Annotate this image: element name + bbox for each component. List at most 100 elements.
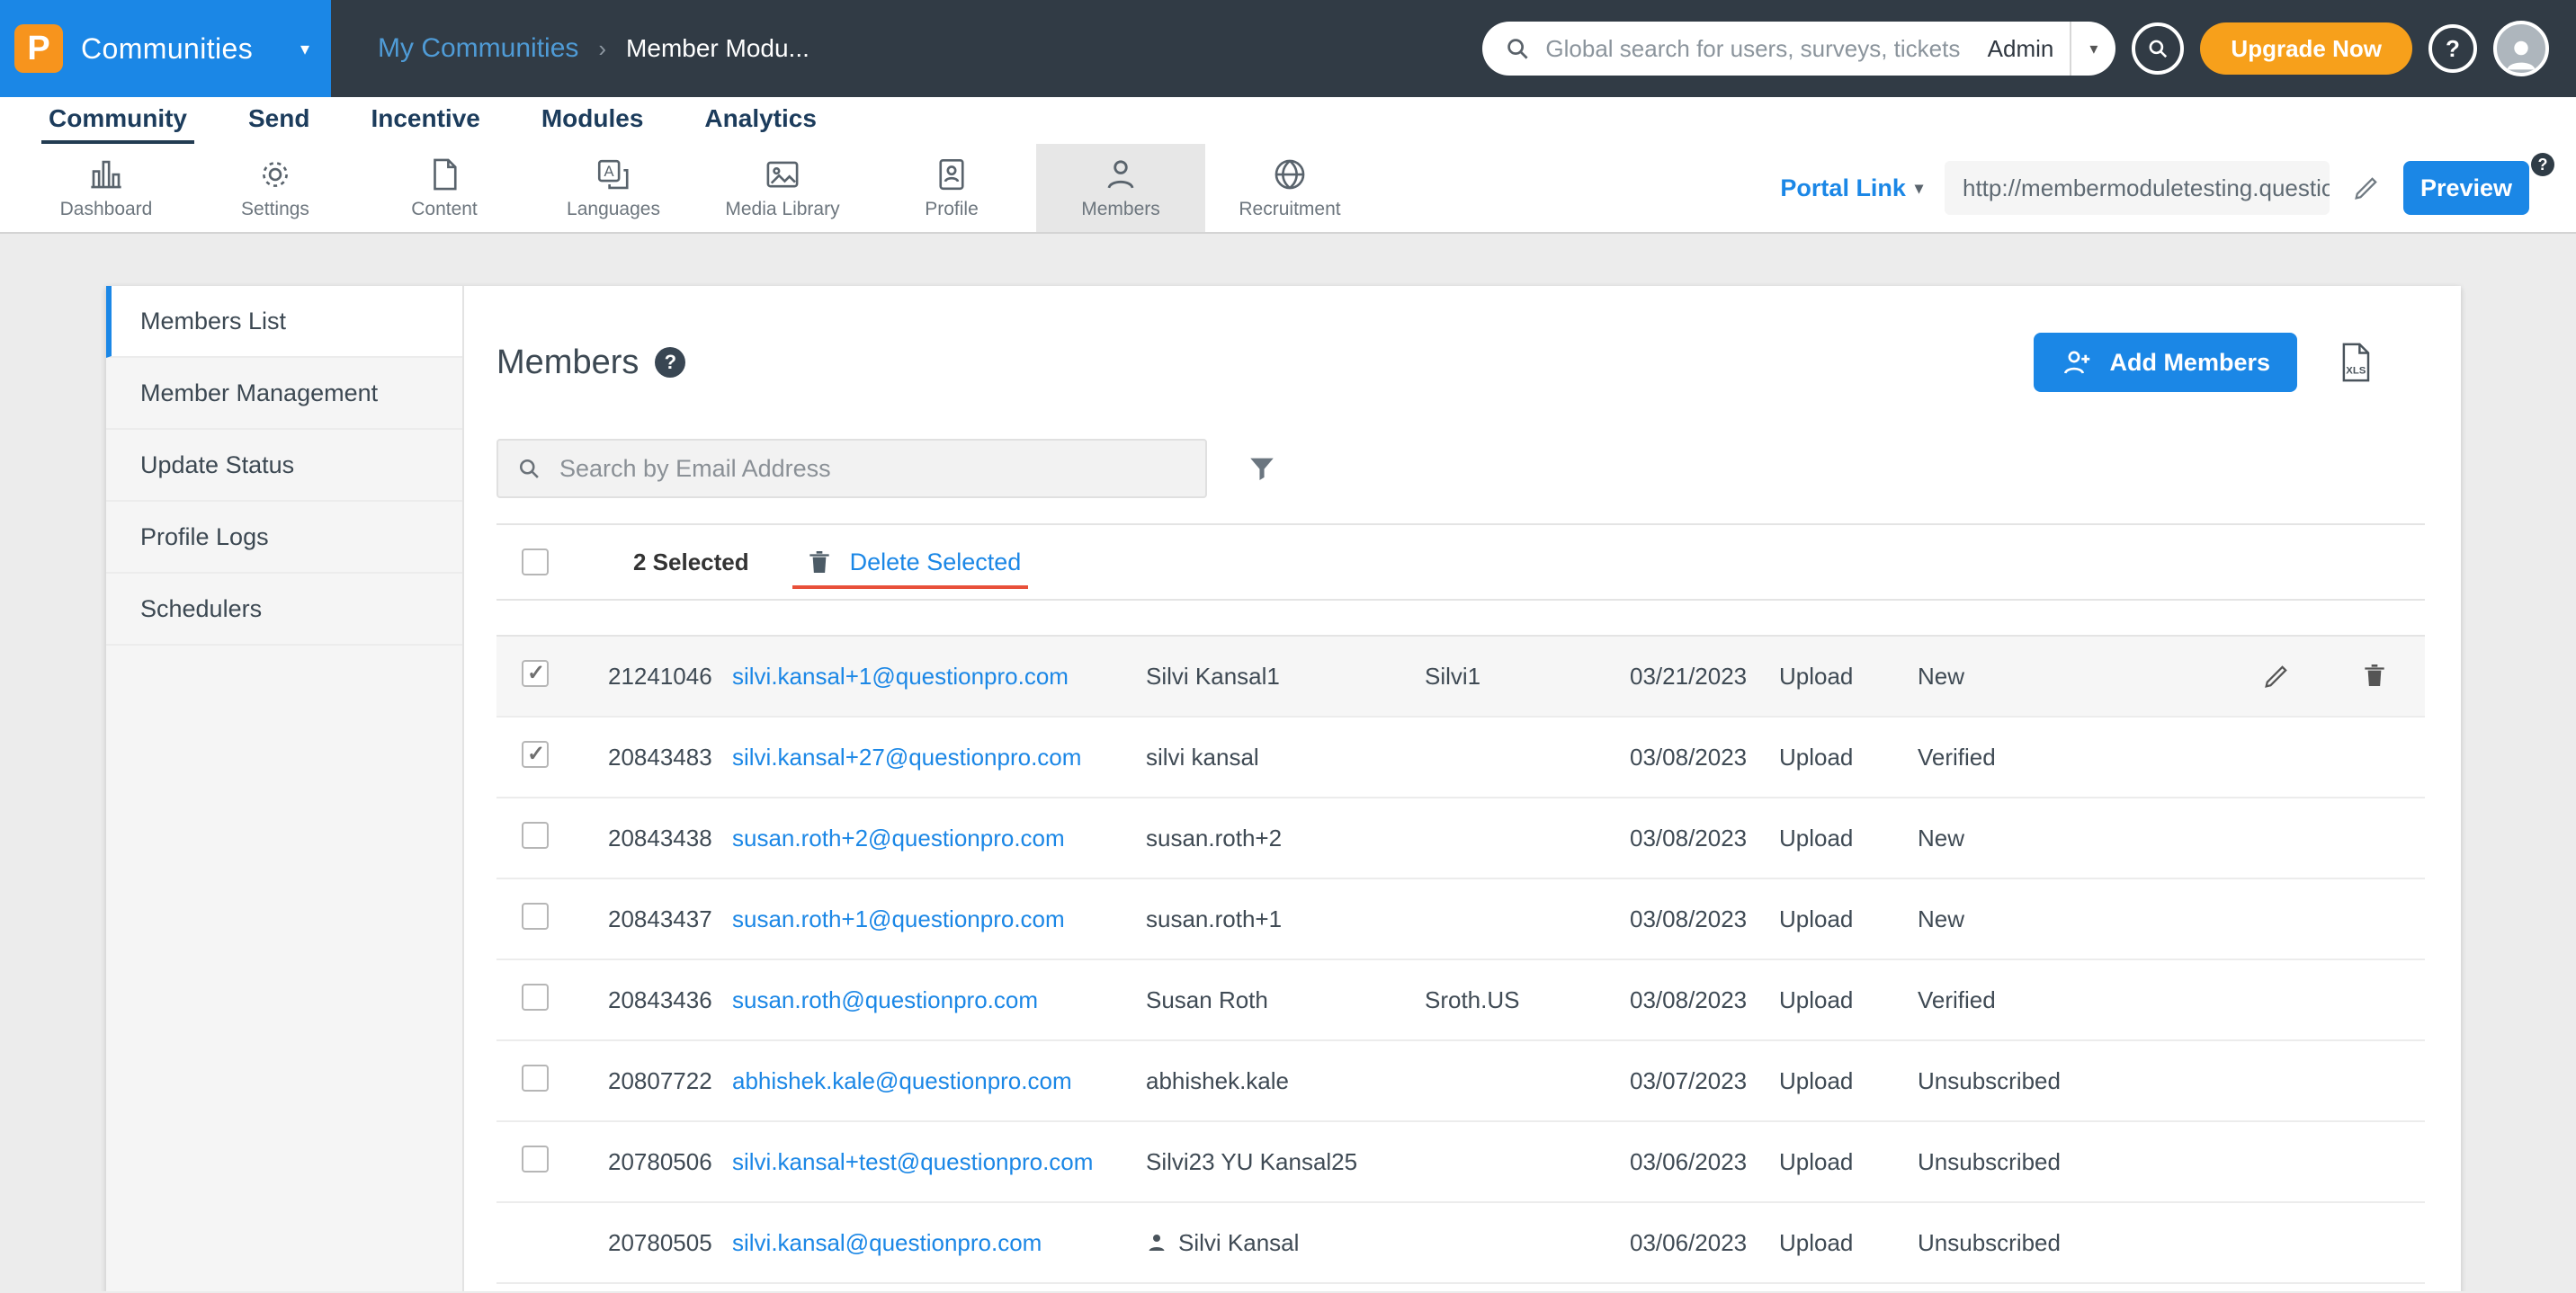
table-row[interactable]: 20780506 silvi.kansal+test@questionpro.c… [496,1122,2425,1203]
title-help-icon[interactable]: ? [655,347,685,378]
delete-selected-button[interactable]: Delete Selected [805,548,1022,576]
xls-label: XLS [2346,365,2366,376]
toolbar-item-recruitment[interactable]: Recruitment [1205,144,1374,232]
nav-tab-analytics[interactable]: Analytics [697,104,824,144]
member-id: 21241046 [608,663,732,691]
toolbar-item-dashboard[interactable]: Dashboard [22,144,191,232]
member-name: Silvi23 YU Kansal25 [1146,1148,1425,1176]
member-source: Upload [1779,1148,1918,1176]
row-checkbox[interactable] [522,1146,549,1173]
table-row[interactable]: 20843483 silvi.kansal+27@questionpro.com… [496,718,2425,798]
delete-icon[interactable] [2360,661,2389,691]
sidebar-item-profile-logs[interactable]: Profile Logs [106,502,462,574]
toolbar-item-settings[interactable]: Settings [191,144,360,232]
member-search-row [496,439,2425,498]
sidebar-item-update-status[interactable]: Update Status [106,430,462,502]
select-all-checkbox[interactable] [522,548,549,575]
members-card: Members List Member Management Update St… [106,286,2461,1291]
edit-icon[interactable] [2261,661,2292,691]
globe-icon [1271,156,1309,193]
portal-url-field[interactable]: http://membermoduletesting.questio [1945,161,2330,215]
person-icon [1102,156,1140,193]
search-submit-button[interactable] [2132,22,2184,75]
member-status: Verified [1918,986,2187,1014]
member-email-link[interactable]: silvi.kansal+test@questionpro.com [732,1148,1146,1176]
search-icon [1504,35,1531,62]
trash-icon [805,548,834,576]
header-actions: Admin ▾ Upgrade Now ? [1482,21,2576,76]
product-name: Communities [81,32,253,66]
image-icon [764,156,801,193]
table-row[interactable]: 20843438 susan.roth+2@questionpro.com su… [496,798,2425,879]
preview-help-icon[interactable]: ? [2531,153,2554,176]
upgrade-now-button[interactable]: Upgrade Now [2200,22,2412,75]
row-checkbox[interactable] [522,660,549,687]
row-checkbox[interactable] [522,822,549,849]
member-email-link[interactable]: abhishek.kale@questionpro.com [732,1067,1146,1095]
members-panel: Members ? Add Members XLS [464,286,2461,1291]
add-members-button[interactable]: Add Members [2034,333,2297,392]
member-search-box [496,439,1207,498]
table-row[interactable]: 20780505 silvi.kansal@questionpro.com Si… [496,1203,2425,1284]
member-date: 03/06/2023 [1630,1229,1779,1257]
toolbar-item-media-library[interactable]: Media Library [698,144,867,232]
toolbar-item-members[interactable]: Members [1036,144,1205,232]
panel-header: Members ? Add Members XLS [496,333,2425,392]
row-checkbox[interactable] [522,903,549,930]
table-row[interactable]: 20807722 abhishek.kale@questionpro.com a… [496,1041,2425,1122]
product-switcher[interactable]: P Communities ▾ [0,0,331,97]
row-checkbox[interactable] [522,984,549,1011]
person-icon [2501,33,2541,73]
member-name: Silvi Kansal [1146,1229,1425,1257]
bar-chart-icon [87,156,125,193]
member-search-input[interactable] [556,453,1187,485]
breadcrumb-parent[interactable]: My Communities [378,33,578,64]
member-id: 20780506 [608,1148,732,1176]
registered-person-icon [1146,1232,1167,1253]
nav-tab-modules[interactable]: Modules [534,104,651,144]
help-button[interactable]: ? [2428,24,2477,73]
table-row[interactable]: 20843437 susan.roth+1@questionpro.com su… [496,879,2425,960]
global-search: Admin ▾ [1482,22,2115,76]
search-scope-dropdown[interactable]: ▾ [2070,22,2115,76]
preview-button[interactable]: Preview [2403,161,2529,215]
toolbar-item-content[interactable]: Content [360,144,529,232]
member-id: 20843438 [608,825,732,852]
toolbar-item-languages[interactable]: A Languages [529,144,698,232]
member-email-link[interactable]: susan.roth+2@questionpro.com [732,825,1146,852]
member-email-link[interactable]: silvi.kansal+27@questionpro.com [732,744,1146,771]
top-header: P Communities ▾ My Communities › Member … [0,0,2576,97]
portal-link-dropdown[interactable]: Portal Link ▾ [1780,174,1923,202]
sidebar-item-member-management[interactable]: Member Management [106,358,462,430]
filter-icon[interactable] [1247,453,1277,484]
sidebar-item-members-list[interactable]: Members List [106,286,462,358]
member-email-link[interactable]: silvi.kansal@questionpro.com [732,1229,1146,1257]
chevron-down-icon: ▾ [300,38,309,60]
member-date: 03/06/2023 [1630,1148,1779,1176]
nav-tab-community[interactable]: Community [41,104,194,144]
row-checkbox[interactable] [522,1065,549,1092]
page-title: Members [496,343,639,382]
search-scope-label: Admin [1988,35,2071,63]
edit-url-icon[interactable] [2351,173,2382,203]
members-sidebar: Members List Member Management Update St… [106,286,464,1291]
nav-tab-send[interactable]: Send [241,104,317,144]
table-row[interactable]: 20843436 susan.roth@questionpro.com Susa… [496,960,2425,1041]
member-email-link[interactable]: susan.roth+1@questionpro.com [732,905,1146,933]
table-row[interactable]: 21241046 silvi.kansal+1@questionpro.com … [496,637,2425,718]
member-email-link[interactable]: silvi.kansal+1@questionpro.com [732,663,1146,691]
member-email-link[interactable]: susan.roth@questionpro.com [732,986,1146,1014]
toolbar-item-profile[interactable]: Profile [867,144,1036,232]
id-card-icon [933,156,970,193]
sidebar-item-schedulers[interactable]: Schedulers [106,574,462,646]
selected-count: 2 Selected [633,548,749,576]
search-icon [516,456,541,481]
member-name: silvi kansal [1146,744,1425,771]
user-avatar[interactable] [2493,21,2549,76]
export-xls-button[interactable]: XLS [2337,341,2375,384]
nav-tab-incentive[interactable]: Incentive [363,104,487,144]
global-search-input[interactable] [1531,35,1987,63]
gear-icon [256,156,294,193]
row-checkbox[interactable] [522,741,549,768]
portal-link-area: Portal Link ▾ http://membermoduletesting… [1780,144,2576,232]
